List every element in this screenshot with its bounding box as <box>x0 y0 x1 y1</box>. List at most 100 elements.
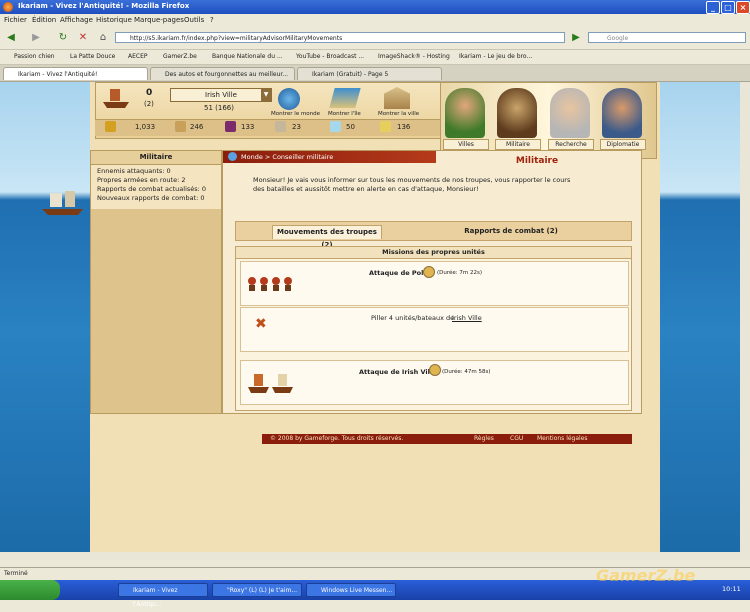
tab-ikariam-forum[interactable]: Ikariam (Gratuit) - Page 5 <box>297 67 442 80</box>
bookmark-item[interactable]: Passion chien <box>14 53 55 60</box>
movement-tabs: Mouvements des troupes (2) Rapports de c… <box>235 221 632 249</box>
tab-troop-movements[interactable]: Mouvements des troupes (2) <box>272 225 382 249</box>
show-world-button[interactable]: Montrer le monde <box>271 111 320 117</box>
bookmark-item[interactable]: ImageShack® - Hosting <box>378 53 450 60</box>
sidebar-panel: Militaire Ennemis attaquants: 0 Propres … <box>90 150 222 414</box>
wood-icon <box>175 121 186 132</box>
status-text: Terminé <box>4 570 28 577</box>
menu-edit[interactable]: Édition <box>32 16 56 24</box>
bookmark-item[interactable]: Banque Nationale du ... <box>212 53 283 60</box>
bookmark-item[interactable]: La Patte Douce <box>70 53 115 60</box>
breadcrumb[interactable]: Monde > Conseiller militaire <box>223 151 436 163</box>
army-icon <box>248 277 292 291</box>
mission-row: Attaque de Irish Ville (Durée: 47m 58s) <box>240 360 629 405</box>
ships-count: 0 <box>146 88 153 98</box>
tab-ikariam[interactable]: Ikariam - Vivez l'Antiquité! <box>3 67 148 80</box>
mission-city-link[interactable]: Irish Ville <box>452 314 482 322</box>
game-footer: © 2008 by Gameforge. Tous droits réservé… <box>262 434 632 444</box>
mission-label: Attaque de Polis <box>369 269 430 277</box>
minimize-button[interactable]: _ <box>706 1 720 14</box>
url-field[interactable]: http://s5.ikariam.fr/index.php?view=mili… <box>115 32 565 43</box>
resource-bar: 1,033 246 133 23 50 136 <box>95 119 440 136</box>
missions-header: Missions des propres unités <box>236 247 631 259</box>
missions-box: Missions des propres unités Attaque de P… <box>235 246 632 411</box>
maximize-button[interactable]: □ <box>721 1 735 14</box>
advisor-military-label[interactable]: Militaire <box>495 139 541 150</box>
tab-autos[interactable]: Des autos et fourgonnettes au meilleur..… <box>150 67 295 80</box>
mission-duration: (Durée: 47m 58s) <box>442 369 491 375</box>
menu-bookmarks[interactable]: Marque-pages <box>134 16 184 24</box>
ship-decoration <box>42 191 83 215</box>
advisor-diplomacy-label[interactable]: Diplomatie <box>600 139 646 150</box>
clock-icon <box>423 266 435 278</box>
advisor-research-label[interactable]: Recherche <box>548 139 594 150</box>
wine-icon <box>225 121 236 132</box>
mission-duration: (Durée: 7m 22s) <box>437 270 482 276</box>
crystal-amount: 50 <box>346 123 355 131</box>
sidebar-title: Militaire <box>91 151 221 165</box>
bookmark-item[interactable]: Ikariam - Le jeu de bro... <box>459 53 532 60</box>
town-icon[interactable] <box>384 87 410 109</box>
window-title: Ikariam - Vivez l'Antiquité! - Mozilla F… <box>18 2 190 10</box>
chevron-down-icon: ▼ <box>261 89 271 101</box>
bookmark-item[interactable]: GamerZ.be <box>163 53 197 60</box>
crossed-swords-icon: ✖ <box>255 316 267 332</box>
start-button[interactable] <box>0 580 60 600</box>
research-advisor-icon[interactable] <box>550 88 590 138</box>
wood-amount: 246 <box>190 123 204 131</box>
taskbar-item[interactable]: Ikariam - Vivez l'Antiqu... <box>118 583 208 608</box>
clock: 10:11 <box>722 585 741 593</box>
footer-link-legal[interactable]: Mentions légales <box>537 434 588 444</box>
stop-icon[interactable]: ✕ <box>75 30 91 46</box>
menu-bar: Fichier Édition Affichage Historique Mar… <box>0 14 750 27</box>
menu-view[interactable]: Affichage <box>60 16 93 24</box>
crystal-icon <box>330 121 341 132</box>
menu-tools[interactable]: Outils <box>184 16 204 24</box>
bookmark-item[interactable]: YouTube - Broadcast ... <box>296 53 364 60</box>
home-icon[interactable]: ⌂ <box>95 30 111 46</box>
ships-sub: (2) <box>144 100 154 108</box>
go-icon[interactable]: ▶ <box>568 30 584 46</box>
population: 51 (166) <box>204 104 234 112</box>
advisor-intro: Monsieur! Je vais vous informer sur tous… <box>253 176 571 193</box>
sidebar-line: Nouveaux rapports de combat: 0 <box>97 194 205 202</box>
menu-file[interactable]: Fichier <box>4 16 27 24</box>
city-name: Irish Ville <box>205 91 237 99</box>
reload-icon[interactable]: ↻ <box>55 30 71 46</box>
mission-label: Attaque de Irish Ville <box>359 368 437 376</box>
world-icon[interactable] <box>278 88 300 110</box>
military-advisor-icon[interactable] <box>497 88 537 138</box>
tab-combat-reports[interactable]: Rapports de combat (2) <box>436 225 586 238</box>
navigation-toolbar: ◀ ▶ ↻ ✕ ⌂ http://s5.ikariam.fr/index.php… <box>0 27 750 50</box>
vertical-scrollbar[interactable] <box>740 82 750 560</box>
menu-history[interactable]: Historique <box>96 16 132 24</box>
search-input[interactable]: Google <box>588 32 746 43</box>
sulfur-amount: 136 <box>397 123 411 131</box>
main-panel: Monde > Conseiller militaire Militaire M… <box>222 150 642 414</box>
mission-label: Piller 4 unités/bateaux de <box>371 314 455 322</box>
back-icon[interactable]: ◀ <box>3 30 19 46</box>
taskbar-item[interactable]: "Roxy" (L) (L) Je t'aim... <box>212 583 302 597</box>
island-icon[interactable] <box>329 88 361 108</box>
diplomacy-advisor-icon[interactable] <box>602 88 642 138</box>
horizontal-scrollbar[interactable] <box>0 552 740 560</box>
city-select[interactable]: Irish Ville ▼ <box>170 88 272 102</box>
sidebar-line: Propres armées en route: 2 <box>97 176 186 184</box>
footer-link-terms[interactable]: CGU <box>510 434 523 444</box>
taskbar: Ikariam - Vivez l'Antiqu... "Roxy" (L) (… <box>0 566 750 608</box>
advisor-cities-label[interactable]: Villes <box>443 139 489 150</box>
taskbar-item[interactable]: Windows Live Messen... <box>306 583 396 597</box>
show-town-button[interactable]: Montrer la ville <box>378 111 419 117</box>
gold-amount: 1,033 <box>135 123 156 131</box>
sidebar-line: Rapports de combat actualisés: 0 <box>97 185 207 193</box>
menu-help[interactable]: ? <box>210 16 214 24</box>
ship-icon <box>103 89 129 108</box>
forward-icon[interactable]: ▶ <box>28 30 44 46</box>
title-bar: Ikariam - Vivez l'Antiquité! - Mozilla F… <box>0 0 750 14</box>
show-island-button[interactable]: Montrer l'île <box>328 111 361 117</box>
close-button[interactable]: × <box>736 1 750 14</box>
bookmark-item[interactable]: AECEP <box>128 53 148 60</box>
clock-icon <box>429 364 441 376</box>
cities-advisor-icon[interactable] <box>445 88 485 138</box>
footer-link-rules[interactable]: Règles <box>474 434 494 444</box>
